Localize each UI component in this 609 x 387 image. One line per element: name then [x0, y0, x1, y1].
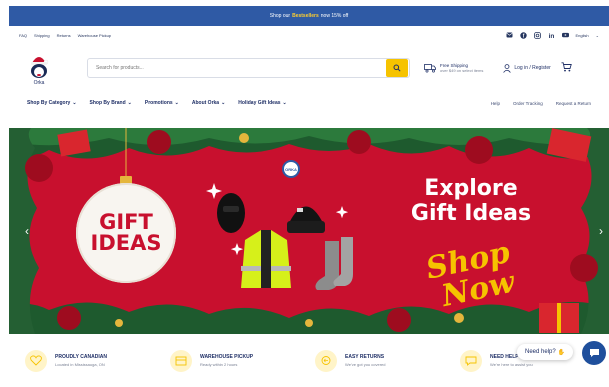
- chevron-down-icon: ⌄: [174, 100, 179, 106]
- nav-secondary: Help Order Tracking Request a Return: [491, 101, 591, 106]
- search-input[interactable]: [88, 65, 386, 71]
- feature-title: EASY RETURNS: [345, 354, 385, 360]
- box-icon: [170, 349, 192, 372]
- utility-link-shipping[interactable]: Shipping: [34, 33, 50, 38]
- nav-order-tracking[interactable]: Order Tracking: [513, 101, 543, 106]
- chevron-down-icon: ⌄: [72, 100, 77, 106]
- carousel-prev-icon[interactable]: ‹: [25, 224, 29, 238]
- nav-label: Shop By Category: [27, 100, 71, 106]
- language-select[interactable]: English: [576, 33, 589, 38]
- feature-title: PROUDLY CANADIAN: [55, 354, 107, 360]
- main-nav: Shop By Category ⌄ Shop By Brand ⌄ Promoti…: [9, 92, 609, 114]
- announcement-highlight[interactable]: Bestsellers: [292, 13, 319, 19]
- nav-shop-by-category[interactable]: Shop By Category ⌄: [27, 100, 77, 106]
- carousel-next-icon[interactable]: ›: [599, 224, 603, 238]
- chat-prompt[interactable]: Need help? ✋: [517, 344, 574, 360]
- chat-launcher-button[interactable]: [582, 341, 606, 365]
- utility-link-warehouse[interactable]: Warehouse Pickup: [78, 33, 111, 38]
- facebook-icon[interactable]: f: [519, 31, 527, 39]
- nav-holiday-gift-ideas[interactable]: Holiday Gift Ideas ⌄: [238, 100, 286, 106]
- headline-line-2: Gift Ideas: [410, 201, 532, 227]
- shipping-subtitle: over $49 on select items: [440, 68, 484, 73]
- return-icon: [315, 349, 337, 372]
- ornament-line-2: IDEAS: [90, 231, 162, 255]
- social-links: f in English ⌄: [505, 31, 599, 39]
- nav-shop-by-brand[interactable]: Shop By Brand ⌄: [90, 100, 132, 106]
- nav-help[interactable]: Help: [491, 101, 500, 106]
- utility-link-faq[interactable]: FAQ: [19, 33, 27, 38]
- announcement-pre: Shop our: [269, 13, 291, 19]
- login-link[interactable]: Log in / Register: [503, 63, 551, 73]
- free-shipping[interactable]: Free Shipping over $49 on select items: [424, 63, 483, 73]
- feature-subtitle: Located in Mississauga, ON: [55, 362, 105, 367]
- utility-links: FAQ Shipping Returns Warehouse Pickup: [19, 33, 111, 38]
- feature-subtitle: Ready within 2 hours: [200, 362, 238, 367]
- announcement-post: now 15% off: [320, 13, 349, 19]
- youtube-icon[interactable]: [561, 32, 569, 39]
- login-label: Log in / Register: [514, 65, 551, 71]
- svg-text:in: in: [548, 33, 554, 39]
- heart-icon: [25, 349, 47, 372]
- wave-icon: ✋: [557, 349, 566, 356]
- email-icon[interactable]: [505, 32, 513, 39]
- features-strip: PROUDLY CANADIAN Located in Mississauga, …: [9, 334, 609, 387]
- feature-title: WAREHOUSE PICKUP: [200, 354, 254, 360]
- utility-link-returns[interactable]: Returns: [57, 33, 71, 38]
- utility-bar: FAQ Shipping Returns Warehouse Pickup f …: [9, 26, 609, 44]
- search-button[interactable]: [386, 59, 408, 77]
- nav-promotions[interactable]: Promotions ⌄: [145, 100, 179, 106]
- announcement-bar[interactable]: Shop our Bestsellers now 15% off: [9, 6, 609, 26]
- nav-label: Shop By Brand: [89, 100, 126, 106]
- search-bar: [87, 58, 410, 78]
- feature-subtitle: We've got you covered: [345, 362, 386, 367]
- feature-proudly-canadian: PROUDLY CANADIAN Located in Mississauga, …: [25, 349, 170, 372]
- nav-request-return[interactable]: Request a Return: [556, 101, 591, 106]
- linkedin-icon[interactable]: in: [548, 32, 555, 39]
- brand-badge: ORKA: [282, 160, 300, 178]
- user-icon: [503, 63, 512, 73]
- ornament-line-1: GIFT: [99, 210, 153, 234]
- truck-icon: [424, 64, 436, 73]
- chat-icon: [460, 349, 482, 372]
- feature-easy-returns: EASY RETURNS We've got you covered: [315, 349, 460, 372]
- nav-label: Holiday Gift Ideas: [238, 100, 281, 106]
- chevron-down-icon[interactable]: ⌄: [596, 33, 599, 38]
- hero-headline: Explore Gift Ideas: [401, 176, 541, 227]
- nav-label: About Orka: [191, 100, 220, 106]
- cart-icon: [561, 62, 572, 72]
- instagram-icon[interactable]: [533, 31, 541, 39]
- hero-banner[interactable]: ORKA GIFT IDEAS Explore Gift Ideas Shop …: [9, 128, 609, 334]
- chat-label: Need help?: [525, 349, 556, 355]
- feature-warehouse-pickup: WAREHOUSE PICKUP Ready within 2 hours: [170, 349, 315, 372]
- headline-line-1: Explore: [424, 176, 518, 201]
- feature-subtitle: We're here to assist you: [490, 362, 533, 367]
- logo-icon: [31, 56, 49, 78]
- nav-label: Promotions: [144, 100, 173, 106]
- chevron-down-icon: ⌄: [282, 100, 287, 106]
- gift-ideas-ornament: GIFT IDEAS: [76, 183, 176, 283]
- site-header: Orka Free Shipping over $49 on select it…: [9, 44, 609, 92]
- search-icon: [393, 64, 401, 72]
- chevron-down-icon: ⌄: [127, 100, 132, 106]
- page-frame: Shop our Bestsellers now 15% off FAQ Shi…: [9, 6, 609, 387]
- chat-bubble-icon: [589, 349, 599, 357]
- logo[interactable]: Orka: [19, 51, 59, 86]
- nav-about-orka[interactable]: About Orka ⌄: [192, 100, 225, 106]
- chevron-down-icon: ⌄: [221, 100, 226, 106]
- cart-button[interactable]: [561, 59, 572, 77]
- logo-name: Orka: [33, 79, 45, 86]
